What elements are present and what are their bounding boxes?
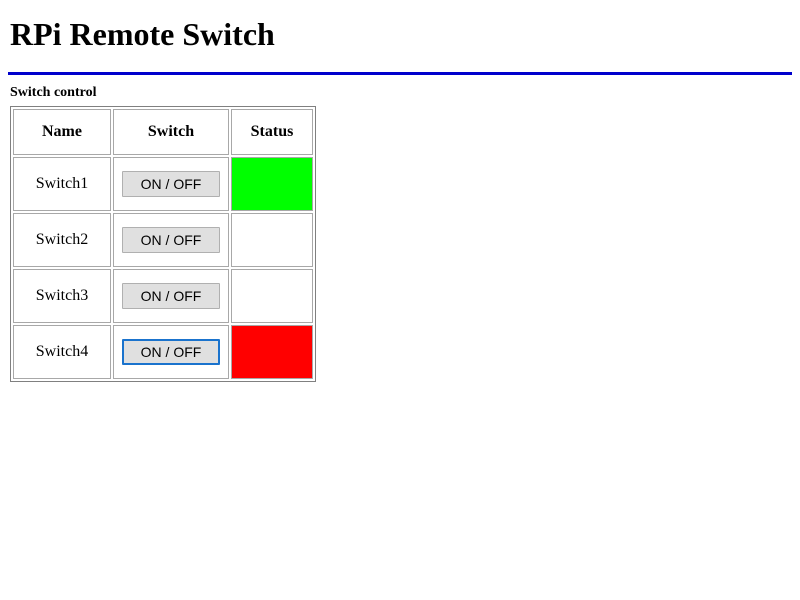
on-off-button-switch3[interactable]: ON / OFF — [122, 282, 220, 309]
section-heading-switch-control: Switch control — [10, 84, 97, 100]
column-header-status: Status — [231, 108, 313, 155]
table-body: Switch1 ON / OFF Switch2 ON / OFF Switch3 ON … — [13, 156, 313, 379]
status-cell — [231, 212, 313, 267]
on-off-button-switch2[interactable]: ON / OFF — [122, 226, 220, 253]
on-off-button-switch1[interactable]: ON / OFF — [122, 170, 220, 197]
status-indicator — [232, 325, 312, 378]
switch-name-cell: Switch1 — [13, 156, 111, 211]
switch-button-cell: ON / OFF — [113, 324, 229, 379]
switch-name-cell: Switch2 — [13, 212, 111, 267]
table-header: Name Switch Status — [13, 108, 313, 155]
switch-name-cell: Switch4 — [13, 324, 111, 379]
page-title: RPi Remote Switch — [10, 16, 275, 52]
switch-button-cell: ON / OFF — [113, 156, 229, 211]
page-root: RPi Remote Switch Switch control Name Sw… — [0, 0, 800, 600]
status-cell — [231, 156, 313, 211]
on-off-button-switch4[interactable]: ON / OFF — [122, 338, 220, 365]
table-row: Switch2 ON / OFF — [13, 212, 313, 267]
switch-name-cell: Switch3 — [13, 268, 111, 323]
table-row: Switch3 ON / OFF — [13, 268, 313, 323]
header-divider — [8, 71, 792, 75]
status-indicator — [232, 269, 312, 322]
column-header-switch: Switch — [113, 108, 229, 155]
table-row: Switch4 ON / OFF — [13, 324, 313, 379]
switch-button-cell: ON / OFF — [113, 268, 229, 323]
status-cell — [231, 324, 313, 379]
status-indicator — [232, 213, 312, 266]
status-cell — [231, 268, 313, 323]
status-indicator — [232, 157, 312, 210]
switch-control-table: Name Switch Status Switch1 ON / OFF Switch… — [10, 105, 316, 382]
switch-button-cell: ON / OFF — [113, 212, 229, 267]
table-header-row: Name Switch Status — [13, 108, 313, 155]
table-row: Switch1 ON / OFF — [13, 156, 313, 211]
column-header-name: Name — [13, 108, 111, 155]
